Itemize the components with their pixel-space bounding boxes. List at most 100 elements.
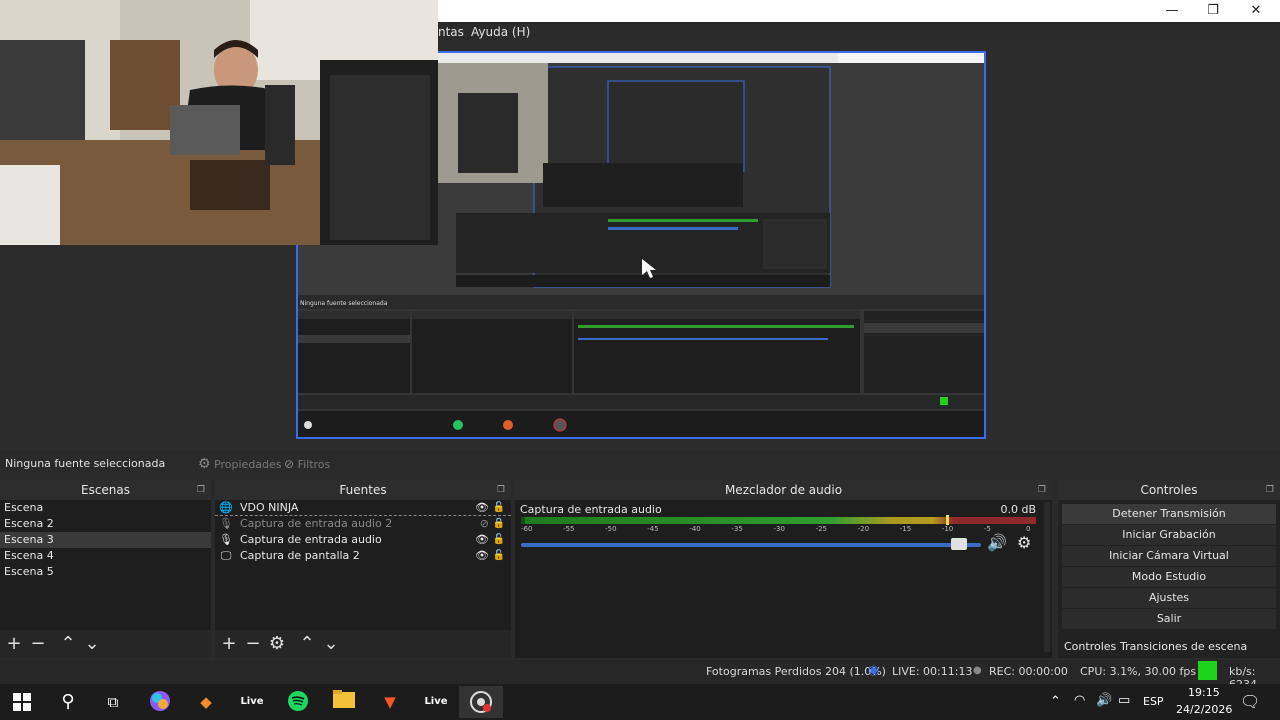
controls-title: Controles (1140, 483, 1198, 497)
scene-item[interactable]: Escena 2 (0, 516, 211, 532)
obs-taskbar-item-active[interactable] (459, 686, 503, 718)
no-source-label: Ninguna fuente seleccionada (5, 457, 166, 470)
globe-icon: 🌐 (219, 501, 233, 514)
meter-tick-label: -45 (647, 525, 659, 533)
scrollbar[interactable] (1044, 502, 1050, 652)
source-item[interactable]: 🎙 Captura de entrada audio 👁 🔓 (215, 532, 511, 548)
start-recording-button[interactable]: Iniciar Grabación (1062, 525, 1276, 545)
meter-tick-label: -5 (983, 525, 991, 533)
volume-icon[interactable]: 🔊 (1096, 693, 1112, 708)
properties-button[interactable]: ⚙ Propiedades (198, 455, 282, 473)
meter-tick-label: -10 (941, 525, 954, 533)
battery-icon[interactable]: ▭ (1118, 693, 1130, 708)
brave-browser-icon[interactable]: ▼ (377, 690, 403, 714)
meter-tick-label: -35 (731, 525, 743, 533)
exit-button[interactable]: Salir (1062, 609, 1276, 629)
undock-icon[interactable]: ❐ (1266, 480, 1274, 500)
scene-item-selected[interactable]: Escena 3 (0, 532, 211, 548)
file-explorer-icon[interactable] (331, 690, 357, 714)
controls-dock: Controles ❐ Detener Transmisión Iniciar … (1058, 480, 1280, 658)
studio-mode-button[interactable]: Modo Estudio (1062, 567, 1276, 587)
search-icon[interactable]: ⚲ (55, 690, 81, 714)
wifi-icon[interactable]: ◠ (1074, 693, 1085, 708)
mic-icon: 🎙 (219, 533, 233, 546)
eye-icon[interactable]: 👁 (475, 532, 489, 548)
meter-tick-label: -60 (521, 525, 533, 533)
ableton-live-icon[interactable]: Live (423, 690, 449, 714)
scenes-dock: Escenas ❐ Escena Escena 2 Escena 3 Escen… (0, 480, 211, 658)
eye-hidden-icon[interactable]: ⊘ (480, 516, 489, 532)
volume-slider-handle[interactable] (951, 538, 968, 550)
add-icon[interactable]: + (4, 634, 24, 654)
settings-button[interactable]: Ajustes (1062, 588, 1276, 608)
properties-bar: Ninguna fuente seleccionada ⚙ Propiedade… (0, 451, 1280, 477)
add-icon[interactable]: + (219, 634, 239, 654)
source-name: VDO NINJA (240, 501, 299, 514)
scenes-header: Escenas ❐ (0, 480, 211, 500)
lock-icon[interactable]: 🔒 (493, 516, 505, 532)
close-button[interactable]: ✕ (1242, 2, 1270, 20)
spotify-icon[interactable] (285, 690, 311, 714)
notifications-icon[interactable]: 🗨 (1240, 692, 1260, 711)
scene-item[interactable]: Escena 5 (0, 564, 211, 580)
scenes-title: Escenas (80, 483, 131, 497)
source-name: Captura de entrada audio (240, 533, 382, 546)
source-name: Captura de pantalla 2 (240, 549, 360, 562)
gear-icon[interactable]: ⚙ (267, 634, 287, 654)
volume-meter (521, 517, 1036, 524)
source-item[interactable]: 🌐 VDO NINJA 👁 🔓 (215, 500, 511, 516)
eye-icon[interactable]: 👁 (475, 548, 489, 564)
unlock-icon[interactable]: 🔓 (493, 532, 505, 548)
scene-item[interactable]: Escena 4 (0, 548, 211, 564)
cpu-fps: CPU: 3.1%, 30.00 fps (1080, 665, 1197, 678)
copilot-icon[interactable] (147, 690, 173, 714)
language-indicator[interactable]: ESP (1143, 695, 1164, 708)
clock-time[interactable]: 19:15 (1188, 686, 1220, 699)
sources-header: Fuentes ❐ (215, 480, 511, 500)
undock-icon[interactable]: ❐ (197, 480, 205, 500)
scene-item[interactable]: Escena (0, 500, 211, 516)
unlock-icon[interactable]: 🔓 (493, 548, 505, 564)
menu-tools[interactable]: ntas (438, 25, 464, 39)
remove-icon[interactable]: − (243, 634, 263, 654)
undock-icon[interactable]: ❐ (1038, 480, 1046, 500)
menu-help[interactable]: Ayuda (H) (471, 25, 530, 39)
move-up-icon[interactable]: ⌃ (58, 634, 78, 654)
preview-area[interactable]: Ninguna fuente seleccionada (0, 0, 1280, 450)
audio-mixer-dock: Mezclador de audio ❐ Captura de entrada … (515, 480, 1052, 658)
sources-list[interactable]: 🌐 VDO NINJA 👁 🔓 🎙 Captura de entrada aud… (215, 500, 511, 630)
restore-button[interactable]: ❐ (1199, 2, 1227, 20)
source-item[interactable]: 🖵 Captura de pantalla 2 👁 🔓 (215, 548, 511, 564)
undock-icon[interactable]: ❐ (497, 480, 505, 500)
remove-icon[interactable]: − (28, 634, 48, 654)
ableton-live-icon[interactable]: Live (239, 690, 265, 714)
minimize-button[interactable]: — (1158, 2, 1186, 20)
meter-tick-label: 0 (1026, 525, 1031, 533)
fl-studio-icon[interactable]: ◆ (193, 690, 219, 714)
mixer-title: Mezclador de audio (724, 483, 843, 497)
scenes-list[interactable]: Escena Escena 2 Escena 3 Escena 4 Escena… (0, 500, 211, 630)
windows-start-icon[interactable] (9, 690, 35, 714)
speaker-icon[interactable]: 🔊 (987, 533, 1007, 552)
sources-dock: Fuentes ❐ 🌐 VDO NINJA 👁 🔓 🎙 Captura de e… (215, 480, 511, 658)
move-down-icon[interactable]: ⌄ (321, 634, 341, 654)
properties-label: Propiedades (214, 458, 282, 471)
move-up-icon[interactable]: ⌃ (297, 634, 317, 654)
tab-scene-transitions[interactable]: Transiciones de escena (1120, 640, 1247, 653)
show-hidden-icons[interactable]: ⌃ (1050, 694, 1061, 709)
stop-streaming-button[interactable]: Detener Transmisión (1062, 504, 1276, 524)
source-item[interactable]: 🎙 Captura de entrada audio 2 ⊘ 🔒 (215, 516, 511, 532)
gear-icon[interactable]: ⚙ (1017, 533, 1031, 552)
live-timer: LIVE: 00:11:13 (892, 665, 973, 678)
eye-icon[interactable]: 👁 (475, 500, 489, 516)
mixer-header: Mezclador de audio ❐ (515, 480, 1052, 500)
task-view-icon[interactable]: ⧉ (100, 690, 126, 714)
tab-controls[interactable]: Controles (1064, 640, 1116, 653)
unlock-icon[interactable]: 🔓 (493, 500, 505, 516)
volume-slider[interactable] (521, 543, 981, 547)
clock-date[interactable]: 24/2/2026 (1176, 703, 1232, 716)
move-down-icon[interactable]: ⌄ (82, 634, 102, 654)
start-virtual-camera-button[interactable]: Iniciar Cámara Virtual (1062, 546, 1276, 566)
filters-button[interactable]: ⊘ Filtros (284, 455, 330, 473)
meter-tick-label: -55 (563, 525, 575, 533)
